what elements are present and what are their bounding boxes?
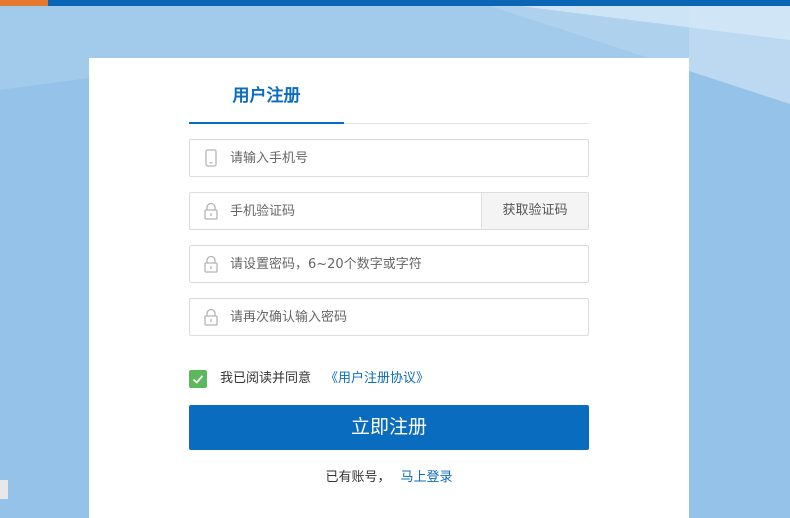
register-card: 用户注册 获取验证码 [89, 58, 689, 518]
confirm-password-field[interactable] [189, 298, 589, 336]
password-input[interactable] [230, 246, 580, 282]
phone-icon [205, 149, 217, 167]
lock-icon [204, 255, 218, 273]
agreement-text: 我已阅读并同意 [220, 371, 312, 386]
password-field[interactable] [189, 245, 589, 283]
tab-active-underline [189, 122, 344, 124]
lock-icon [204, 202, 218, 220]
register-button[interactable]: 立即注册 [189, 405, 589, 450]
login-row: 已有账号， 马上登录 [89, 466, 689, 485]
tab-bar: 用户注册 [189, 80, 589, 124]
phone-field[interactable] [189, 139, 589, 177]
tab-register[interactable]: 用户注册 [189, 80, 344, 124]
agreement-checkbox[interactable] [189, 370, 207, 388]
sms-code-field[interactable]: 获取验证码 [189, 192, 589, 230]
tab-register-label: 用户注册 [232, 86, 301, 106]
user-agreement-link[interactable]: 《用户注册协议》 [325, 370, 429, 388]
confirm-password-input[interactable] [230, 299, 580, 335]
get-code-button[interactable]: 获取验证码 [481, 193, 588, 229]
has-account-text: 已有账号， [325, 470, 391, 485]
check-icon [192, 375, 204, 384]
lock-icon [204, 308, 218, 326]
login-link[interactable]: 马上登录 [401, 470, 453, 485]
sms-code-input[interactable] [230, 193, 470, 229]
side-panel-edge [0, 480, 8, 499]
phone-input[interactable] [230, 140, 580, 176]
